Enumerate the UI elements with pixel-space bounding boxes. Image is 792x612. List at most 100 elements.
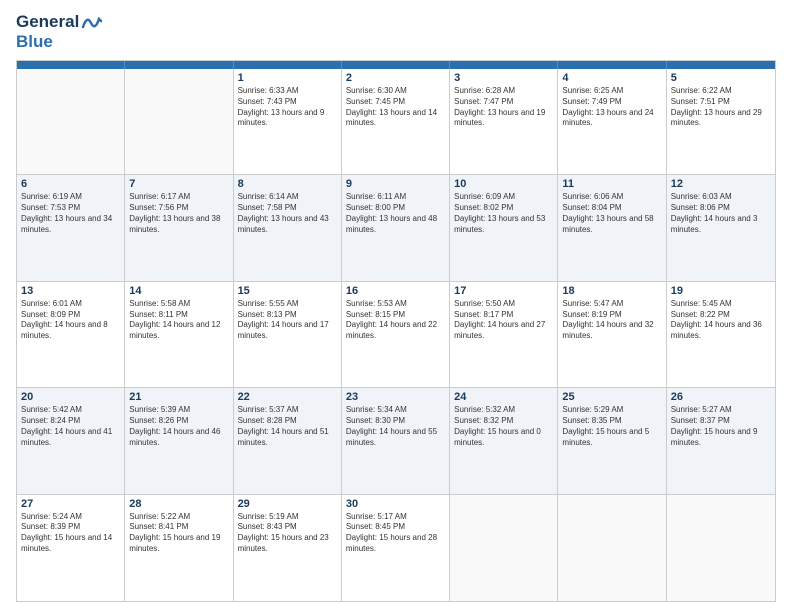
day-number: 19 (671, 285, 771, 297)
day-cell-17: 17 Sunrise: 5:50 AM Sunset: 8:17 PM Dayli… (450, 282, 558, 387)
day-cell-7: 7Sunrise: 6:17 AM Sunset: 7:56 PM Daylig… (125, 175, 233, 280)
header-thursday (450, 61, 558, 69)
day-info: Sunrise: 5:47 AM Sunset: 8:19 PM Dayligh… (562, 299, 661, 342)
day-cell-28: 28 Sunrise: 5:22 AM Sunset: 8:41 PM Dayli… (125, 495, 233, 601)
day-info: Sunrise: 6:14 AM Sunset: 7:58 PM Dayligh… (238, 192, 337, 235)
day-cell-22: 22 Sunrise: 5:37 AM Sunset: 8:28 PM Dayli… (234, 388, 342, 493)
day-number: 6 (21, 178, 120, 190)
day-info: Sunrise: 5:29 AM Sunset: 8:35 PM Dayligh… (562, 405, 661, 448)
empty-cell (667, 495, 775, 601)
calendar-header (17, 61, 775, 69)
empty-cell (17, 69, 125, 174)
day-info: Sunrise: 5:53 AM Sunset: 8:15 PM Dayligh… (346, 299, 445, 342)
day-info: Sunrise: 5:42 AM Sunset: 8:24 PM Dayligh… (21, 405, 120, 448)
day-number: 30 (346, 498, 445, 510)
calendar-body: 1 Sunrise: 6:33 AM Sunset: 7:43 PM Daylig… (17, 69, 775, 601)
day-cell-11: 11 Sunrise: 6:06 AM Sunset: 8:04 PM Dayli… (558, 175, 666, 280)
logo: General Blue (16, 12, 103, 52)
day-cell-26: 26Sunrise: 5:27 AM Sunset: 8:37 PM Dayli… (667, 388, 775, 493)
empty-cell (125, 69, 233, 174)
day-cell-10: 10Sunrise: 6:09 AM Sunset: 8:02 PM Dayli… (450, 175, 558, 280)
day-number: 28 (129, 498, 228, 510)
day-cell-25: 25 Sunrise: 5:29 AM Sunset: 8:35 PM Dayli… (558, 388, 666, 493)
day-info: Sunrise: 6:01 AM Sunset: 8:09 PM Dayligh… (21, 299, 120, 342)
day-info: Sunrise: 5:58 AM Sunset: 8:11 PM Dayligh… (129, 299, 228, 342)
header-saturday (667, 61, 775, 69)
day-number: 16 (346, 285, 445, 297)
header-friday (558, 61, 666, 69)
day-cell-6: 6 Sunrise: 6:19 AM Sunset: 7:53 PM Daylig… (17, 175, 125, 280)
header-sunday (17, 61, 125, 69)
empty-cell (450, 495, 558, 601)
day-info: Sunrise: 6:33 AM Sunset: 7:43 PM Dayligh… (238, 86, 337, 129)
header-wednesday (342, 61, 450, 69)
day-number: 13 (21, 285, 120, 297)
day-number: 24 (454, 391, 553, 403)
day-info: Sunrise: 5:27 AM Sunset: 8:37 PM Dayligh… (671, 405, 771, 448)
day-info: Sunrise: 6:30 AM Sunset: 7:45 PM Dayligh… (346, 86, 445, 129)
day-cell-29: 29Sunrise: 5:19 AM Sunset: 8:43 PM Dayli… (234, 495, 342, 601)
calendar-row: 27 Sunrise: 5:24 AM Sunset: 8:39 PM Dayli… (17, 495, 775, 601)
day-cell-18: 18 Sunrise: 5:47 AM Sunset: 8:19 PM Dayli… (558, 282, 666, 387)
day-number: 23 (346, 391, 445, 403)
day-cell-23: 23Sunrise: 5:34 AM Sunset: 8:30 PM Dayli… (342, 388, 450, 493)
day-info: Sunrise: 6:09 AM Sunset: 8:02 PM Dayligh… (454, 192, 553, 235)
day-cell-1: 1 Sunrise: 6:33 AM Sunset: 7:43 PM Daylig… (234, 69, 342, 174)
day-cell-20: 20 Sunrise: 5:42 AM Sunset: 8:24 PM Dayli… (17, 388, 125, 493)
day-info: Sunrise: 5:39 AM Sunset: 8:26 PM Dayligh… (129, 405, 228, 448)
day-cell-13: 13 Sunrise: 6:01 AM Sunset: 8:09 PM Dayli… (17, 282, 125, 387)
day-cell-12: 12 Sunrise: 6:03 AM Sunset: 8:06 PM Dayli… (667, 175, 775, 280)
day-number: 12 (671, 178, 771, 190)
day-info: Sunrise: 5:32 AM Sunset: 8:32 PM Dayligh… (454, 405, 553, 448)
day-number: 5 (671, 72, 771, 84)
day-number: 1 (238, 72, 337, 84)
day-number: 15 (238, 285, 337, 297)
day-info: Sunrise: 6:22 AM Sunset: 7:51 PM Dayligh… (671, 86, 771, 129)
calendar-row: 20 Sunrise: 5:42 AM Sunset: 8:24 PM Dayli… (17, 388, 775, 494)
day-info: Sunrise: 6:19 AM Sunset: 7:53 PM Dayligh… (21, 192, 120, 235)
day-cell-19: 19 Sunrise: 5:45 AM Sunset: 8:22 PM Dayli… (667, 282, 775, 387)
empty-cell (558, 495, 666, 601)
day-info: Sunrise: 6:17 AM Sunset: 7:56 PM Dayligh… (129, 192, 228, 235)
day-cell-24: 24 Sunrise: 5:32 AM Sunset: 8:32 PM Dayli… (450, 388, 558, 493)
day-cell-15: 15 Sunrise: 5:55 AM Sunset: 8:13 PM Dayli… (234, 282, 342, 387)
day-number: 17 (454, 285, 553, 297)
day-number: 14 (129, 285, 228, 297)
day-number: 18 (562, 285, 661, 297)
day-info: Sunrise: 6:25 AM Sunset: 7:49 PM Dayligh… (562, 86, 661, 129)
day-number: 4 (562, 72, 661, 84)
calendar-row: 13 Sunrise: 6:01 AM Sunset: 8:09 PM Dayli… (17, 282, 775, 388)
day-number: 22 (238, 391, 337, 403)
day-cell-21: 21 Sunrise: 5:39 AM Sunset: 8:26 PM Dayli… (125, 388, 233, 493)
page-header: General Blue (16, 12, 776, 52)
calendar-grid: 1 Sunrise: 6:33 AM Sunset: 7:43 PM Daylig… (16, 60, 776, 602)
day-number: 21 (129, 391, 228, 403)
day-cell-8: 8Sunrise: 6:14 AM Sunset: 7:58 PM Daylig… (234, 175, 342, 280)
day-info: Sunrise: 5:50 AM Sunset: 8:17 PM Dayligh… (454, 299, 553, 342)
calendar-row: 1 Sunrise: 6:33 AM Sunset: 7:43 PM Daylig… (17, 69, 775, 175)
header-monday (125, 61, 233, 69)
calendar-page: General Blue 1 Sunrise: 6:33 AM Sunset: 7… (0, 0, 792, 612)
day-info: Sunrise: 5:55 AM Sunset: 8:13 PM Dayligh… (238, 299, 337, 342)
day-number: 25 (562, 391, 661, 403)
day-info: Sunrise: 5:22 AM Sunset: 8:41 PM Dayligh… (129, 512, 228, 555)
day-cell-2: 2 Sunrise: 6:30 AM Sunset: 7:45 PM Daylig… (342, 69, 450, 174)
day-info: Sunrise: 6:28 AM Sunset: 7:47 PM Dayligh… (454, 86, 553, 129)
day-info: Sunrise: 6:03 AM Sunset: 8:06 PM Dayligh… (671, 192, 771, 235)
logo-wave-icon (81, 13, 103, 31)
day-cell-3: 3 Sunrise: 6:28 AM Sunset: 7:47 PM Daylig… (450, 69, 558, 174)
day-info: Sunrise: 5:45 AM Sunset: 8:22 PM Dayligh… (671, 299, 771, 342)
day-info: Sunrise: 5:24 AM Sunset: 8:39 PM Dayligh… (21, 512, 120, 555)
day-number: 11 (562, 178, 661, 190)
day-number: 3 (454, 72, 553, 84)
day-number: 2 (346, 72, 445, 84)
day-info: Sunrise: 6:06 AM Sunset: 8:04 PM Dayligh… (562, 192, 661, 235)
day-cell-9: 9 Sunrise: 6:11 AM Sunset: 8:00 PM Daylig… (342, 175, 450, 280)
day-info: Sunrise: 5:37 AM Sunset: 8:28 PM Dayligh… (238, 405, 337, 448)
day-number: 29 (238, 498, 337, 510)
day-number: 20 (21, 391, 120, 403)
day-info: Sunrise: 6:11 AM Sunset: 8:00 PM Dayligh… (346, 192, 445, 235)
day-number: 27 (21, 498, 120, 510)
day-number: 9 (346, 178, 445, 190)
day-cell-5: 5 Sunrise: 6:22 AM Sunset: 7:51 PM Daylig… (667, 69, 775, 174)
